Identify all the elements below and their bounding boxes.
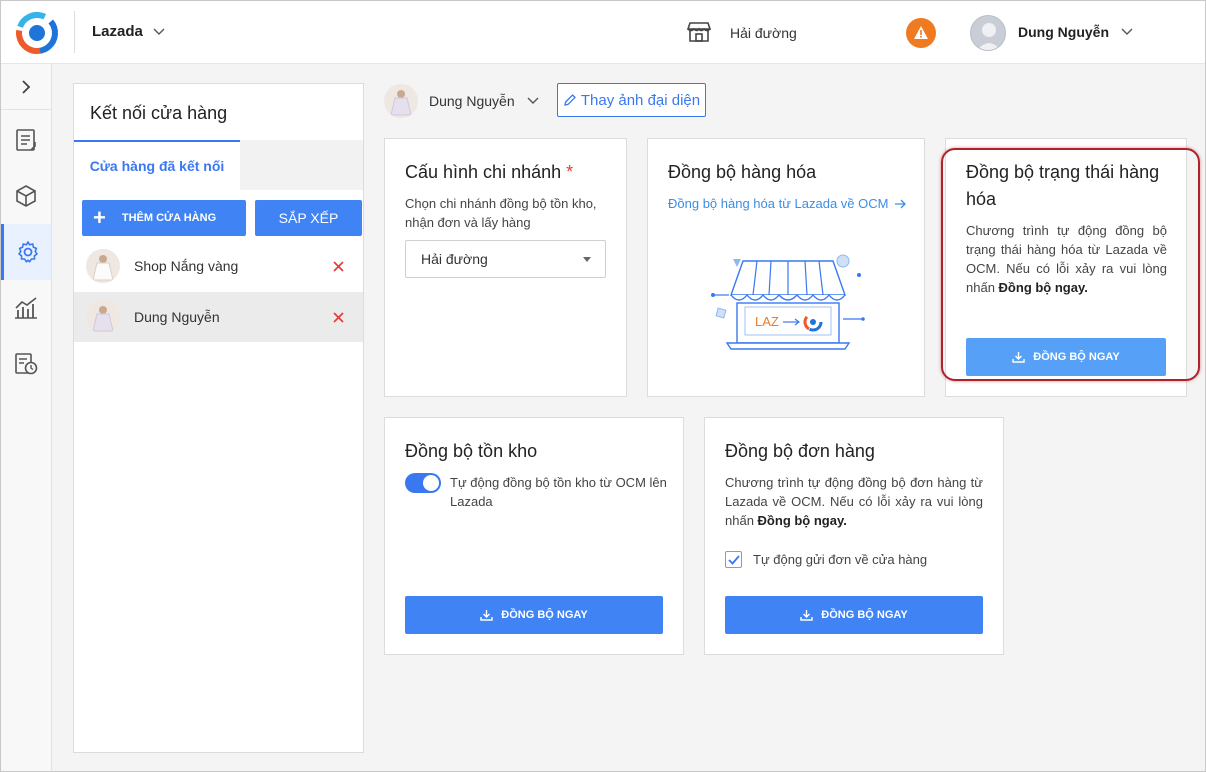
card-title: Đồng bộ trạng thái hàng hóa (966, 162, 1160, 209)
order-sync-card: Đồng bộ đơn hàng Chương trình tự động đồ… (704, 417, 1004, 655)
report-clock-icon (15, 353, 38, 375)
left-icon-rail (1, 64, 52, 771)
store-avatar (86, 249, 120, 283)
checkmark-icon (727, 554, 740, 565)
branch-name[interactable]: Hải đường (730, 25, 797, 41)
gear-icon (17, 241, 38, 263)
warning-icon[interactable] (906, 18, 936, 48)
chevron-down-icon (153, 28, 165, 35)
delete-store-icon[interactable] (329, 257, 347, 275)
sidebar-item-settings[interactable] (1, 224, 51, 280)
tab-connected-stores[interactable]: Cửa hàng đã kết nối (74, 140, 240, 190)
sidebar-item-orders[interactable] (1, 112, 51, 168)
expand-sidebar-button[interactable] (1, 64, 51, 110)
sidebar-item-reports[interactable] (1, 280, 51, 336)
auto-send-orders-checkbox[interactable] (725, 551, 742, 568)
status-sync-card: Đồng bộ trạng thái hàng hóa Chương trình… (945, 138, 1187, 397)
toggle-knob (423, 475, 439, 491)
sync-stock-button[interactable]: ĐỒNG BỘ NGAY (405, 596, 663, 634)
delete-store-icon[interactable] (329, 308, 347, 326)
user-avatar[interactable] (970, 15, 1006, 51)
download-icon (800, 610, 813, 621)
sidebar-item-products[interactable] (1, 168, 51, 224)
add-store-button[interactable]: + THÊM CỬA HÀNG (82, 200, 246, 236)
store-icon (686, 22, 712, 42)
caret-down-icon (583, 257, 591, 262)
store-sync-illustration: LAZ (711, 254, 865, 350)
change-avatar-label: Thay ảnh đại diện (580, 91, 701, 109)
card-title: Đồng bộ đơn hàng (725, 441, 875, 461)
branch-config-card: Cấu hình chi nhánh * Chọn chi nhánh đồng… (384, 138, 627, 397)
arrow-right-icon (895, 199, 907, 208)
store-panel: Kết nối cửa hàng Cửa hàng đã kết nối + T… (73, 83, 364, 753)
card-title: Đồng bộ tồn kho (405, 441, 538, 461)
download-icon (480, 610, 493, 621)
store-list-item[interactable]: Dung Nguyễn (74, 292, 363, 342)
add-store-label: THÊM CỬA HÀNG (121, 212, 217, 224)
store-name: Dung Nguyễn (134, 309, 220, 325)
app-logo[interactable] (15, 11, 59, 55)
product-sync-link[interactable]: Đồng bộ hàng hóa từ Lazada về OCM (668, 196, 907, 211)
app-window: Lazada Hải đường Dung Nguyễn Kết nối cửa… (0, 0, 1206, 772)
card-title: Cấu hình chi nhánh * (405, 162, 574, 182)
sidebar-item-history[interactable] (1, 336, 51, 392)
card-description: Chương trình tự động đồng bộ đơn hàng từ… (725, 475, 983, 528)
chart-icon (15, 297, 37, 319)
pencil-icon (564, 94, 576, 106)
chevron-right-icon (22, 79, 31, 94)
card-description: Chương trình tự động đồng bộ trạng thái … (966, 223, 1167, 295)
store-tabs: Cửa hàng đã kết nối (74, 140, 363, 190)
auto-stock-sync-toggle[interactable] (405, 473, 441, 493)
svg-text:LAZ: LAZ (755, 314, 779, 329)
store-name: Shop Nắng vàng (134, 258, 239, 274)
card-title: Đồng bộ hàng hóa (668, 162, 817, 182)
plus-icon: + (93, 205, 106, 230)
selected-store-name: Dung Nguyễn (429, 93, 515, 109)
box-icon (16, 185, 36, 207)
sync-orders-button[interactable]: ĐỒNG BỘ NGAY (725, 596, 983, 634)
store-avatar (86, 300, 120, 334)
document-icon (16, 129, 36, 151)
branch-select[interactable]: Hải đường (405, 240, 606, 278)
sort-button[interactable]: SẮP XẾP (255, 200, 362, 236)
branch-select-value: Hải đường (421, 251, 488, 267)
user-name: Dung Nguyễn (1018, 24, 1109, 40)
card-description: Chọn chi nhánh đồng bộ tồn kho, nhận đơn… (405, 196, 597, 230)
user-menu[interactable]: Dung Nguyễn (1018, 24, 1133, 40)
product-sync-card: Đồng bộ hàng hóa Đồng bộ hàng hóa từ Laz… (647, 138, 925, 397)
header-divider (74, 11, 75, 53)
panel-title: Kết nối cửa hàng (90, 103, 228, 123)
stock-sync-card: Đồng bộ tồn kho Tự động đồng bộ tồn kho … (384, 417, 684, 655)
chevron-down-icon (527, 97, 539, 104)
channel-name: Lazada (92, 23, 143, 40)
store-list-item[interactable]: Shop Nắng vàng (74, 241, 363, 291)
checkbox-label: Tự động gửi đơn về cửa hàng (753, 552, 928, 567)
top-header: Lazada Hải đường Dung Nguyễn (1, 1, 1205, 64)
chevron-down-icon (1121, 28, 1133, 35)
sync-status-button[interactable]: ĐỒNG BỘ NGAY (966, 338, 1166, 376)
toggle-label: Tự động đồng bộ tồn kho từ OCM lên Lazad… (450, 475, 667, 509)
download-icon (1012, 352, 1025, 363)
change-avatar-button[interactable]: Thay ảnh đại diện (557, 83, 706, 117)
store-selector[interactable]: Dung Nguyễn (429, 93, 539, 109)
channel-selector[interactable]: Lazada (92, 23, 165, 40)
selected-store-avatar (384, 84, 418, 118)
required-mark: * (566, 162, 574, 182)
